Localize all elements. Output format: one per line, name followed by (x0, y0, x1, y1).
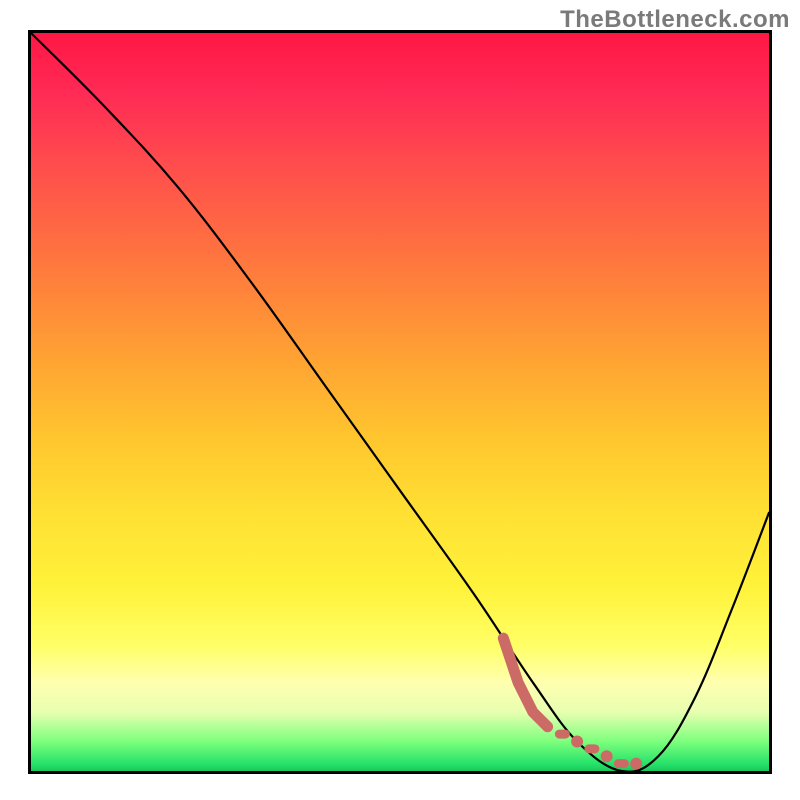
highlight-dot (572, 736, 583, 747)
highlight-dash (614, 760, 628, 768)
curve-layer (31, 33, 769, 771)
plot-area (28, 30, 772, 774)
highlight-dot (631, 758, 642, 769)
bottleneck-curve (31, 33, 769, 771)
highlight-dash (555, 730, 569, 738)
highlight-dots-group (503, 638, 641, 769)
highlight-dash (585, 745, 599, 753)
chart-stage: TheBottleneck.com (0, 0, 800, 800)
highlight-dot (601, 751, 612, 762)
highlight-l-stroke (503, 638, 547, 727)
